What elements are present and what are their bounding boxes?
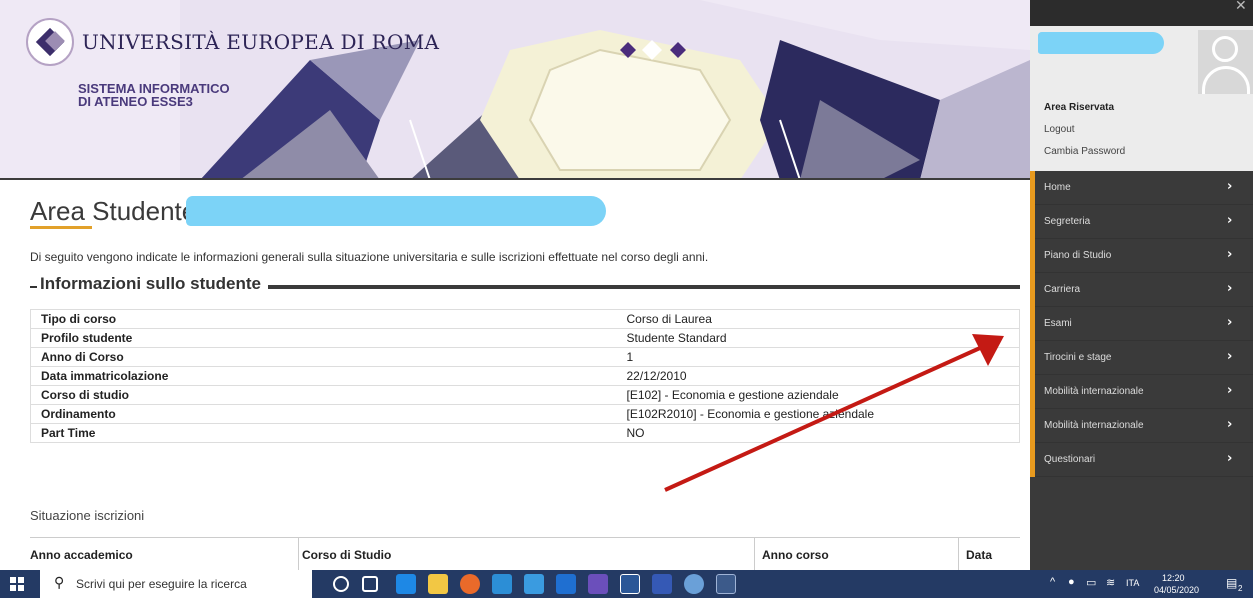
notification-icon[interactable]: ▤ (1226, 576, 1237, 590)
info-value: Corso di Laurea (616, 309, 1020, 329)
cortana-icon[interactable] (333, 576, 349, 592)
chevron-up-icon[interactable]: ^ (1050, 576, 1055, 588)
intro-text: Di seguito vengono indicate le informazi… (30, 250, 709, 264)
taskbar-search-box[interactable]: ⚲ Scrivi qui per eseguire la ricerca (40, 570, 312, 598)
task-view-icon[interactable] (362, 576, 378, 592)
user-panel: Area Riservata Logout Cambia Password (1030, 26, 1253, 171)
chevron-right-icon: › (1227, 315, 1233, 330)
university-seal-icon (26, 18, 74, 66)
edge-browser-icon[interactable] (396, 574, 416, 594)
logout-link[interactable]: Logout (1044, 124, 1075, 135)
info-key: Anno di Corso (30, 347, 617, 367)
column-header[interactable]: Corso di Studio (302, 548, 391, 562)
menu-item-questionari[interactable]: Questionari › (1030, 443, 1253, 477)
chevron-right-icon: › (1227, 281, 1233, 296)
mail-icon[interactable] (492, 574, 512, 594)
firefox-icon[interactable] (460, 574, 480, 594)
column-header[interactable]: Anno corso (762, 548, 829, 562)
windows-taskbar: ⚲ Scrivi qui per eseguire la ricerca ^ ●… (0, 570, 1253, 598)
file-explorer-icon[interactable] (428, 574, 448, 594)
header-banner: UNIVERSITÀ EUROPEA DI ROMA SISTEMA INFOR… (0, 0, 1030, 180)
info-key: Tipo di corso (30, 309, 617, 329)
area-riservata-label: Area Riservata (1044, 102, 1115, 113)
menu-item-carriera[interactable]: Carriera › (1030, 273, 1253, 307)
iscrizioni-title: Situazione iscrizioni (30, 508, 145, 523)
menu-item-piano-di-studio[interactable]: Piano di Studio › (1030, 239, 1253, 273)
menu-item-segreteria[interactable]: Segreteria › (1030, 205, 1253, 239)
active-app-icon[interactable] (716, 574, 736, 594)
chevron-right-icon: › (1227, 417, 1233, 432)
chevron-right-icon: › (1227, 451, 1233, 466)
search-icon: ⚲ (54, 575, 65, 591)
paint-icon[interactable] (684, 574, 704, 594)
chevron-right-icon: › (1227, 213, 1233, 228)
clock-time[interactable]: 12:20 (1162, 573, 1185, 583)
iscrizioni-table-header: Anno accademico Corso di Studio Anno cor… (30, 537, 1020, 571)
system-name: SISTEMA INFORMATICO DI ATENEO ESSE3 (78, 81, 230, 109)
header-divider (0, 178, 1030, 180)
drawer-top-bar: ✕ (1030, 0, 1253, 26)
column-header[interactable]: Anno accademico (30, 548, 133, 562)
red-arrow-annotation (664, 334, 1004, 492)
university-name: UNIVERSITÀ EUROPEA DI ROMA (82, 30, 440, 54)
close-icon[interactable]: ✕ (1235, 0, 1247, 14)
info-key: Profilo studente (30, 328, 617, 348)
info-key: Corso di studio (30, 385, 617, 405)
info-key: Data immatricolazione (30, 366, 617, 386)
page-title: Area Studente (30, 196, 197, 226)
redaction-mark (1038, 32, 1164, 54)
battery-icon[interactable]: ▭ (1086, 576, 1096, 589)
chevron-right-icon: › (1227, 383, 1233, 398)
section-title: Informazioni sullo studente (40, 274, 262, 293)
column-header[interactable]: Data (966, 548, 992, 562)
table-row: Tipo di corso Corso di Laurea (30, 309, 1020, 329)
search-placeholder: Scrivi qui per eseguire la ricerca (76, 577, 247, 591)
chevron-right-icon: › (1227, 247, 1233, 262)
wifi-icon[interactable]: ≋ (1106, 576, 1115, 589)
info-key: Part Time (30, 423, 617, 443)
menu-item-mobilita-1[interactable]: Mobilità internazionale › (1030, 375, 1253, 409)
section-header: Informazioni sullo studente (30, 274, 1020, 298)
teams-icon[interactable] (588, 574, 608, 594)
menu-item-home[interactable]: Home › (1030, 171, 1253, 205)
side-menu-drawer: ✕ Area Riservata Logout Cambia Password … (1030, 0, 1253, 570)
language-indicator[interactable]: ITA (1126, 578, 1139, 588)
clock-date[interactable]: 04/05/2020 (1154, 585, 1199, 595)
redaction-mark (186, 196, 606, 226)
notification-count: 2 (1238, 584, 1243, 593)
menu-item-mobilita-2[interactable]: Mobilità internazionale › (1030, 409, 1253, 443)
menu-item-esami[interactable]: Esami › (1030, 307, 1253, 341)
word-icon[interactable] (620, 574, 640, 594)
change-password-link[interactable]: Cambia Password (1044, 146, 1125, 157)
store-icon[interactable] (556, 574, 576, 594)
avatar[interactable] (1198, 30, 1253, 94)
outlook-icon[interactable] (524, 574, 544, 594)
chevron-right-icon: › (1227, 349, 1233, 364)
menu-item-tirocini[interactable]: Tirocini e stage › (1030, 341, 1253, 375)
chevron-right-icon: › (1227, 179, 1233, 194)
bank-icon[interactable] (652, 574, 672, 594)
title-underline (30, 226, 92, 229)
system-tray: ^ ● ▭ ≋ ITA 12:20 04/05/2020 ▤ 2 (1050, 570, 1253, 598)
navigation-menu: Home › Segreteria › Piano di Studio › Carri… (1030, 171, 1253, 477)
microphone-icon[interactable]: ● (1068, 576, 1075, 588)
info-key: Ordinamento (30, 404, 617, 424)
university-logo[interactable]: UNIVERSITÀ EUROPEA DI ROMA (26, 18, 439, 66)
windows-start-icon[interactable] (10, 577, 24, 591)
